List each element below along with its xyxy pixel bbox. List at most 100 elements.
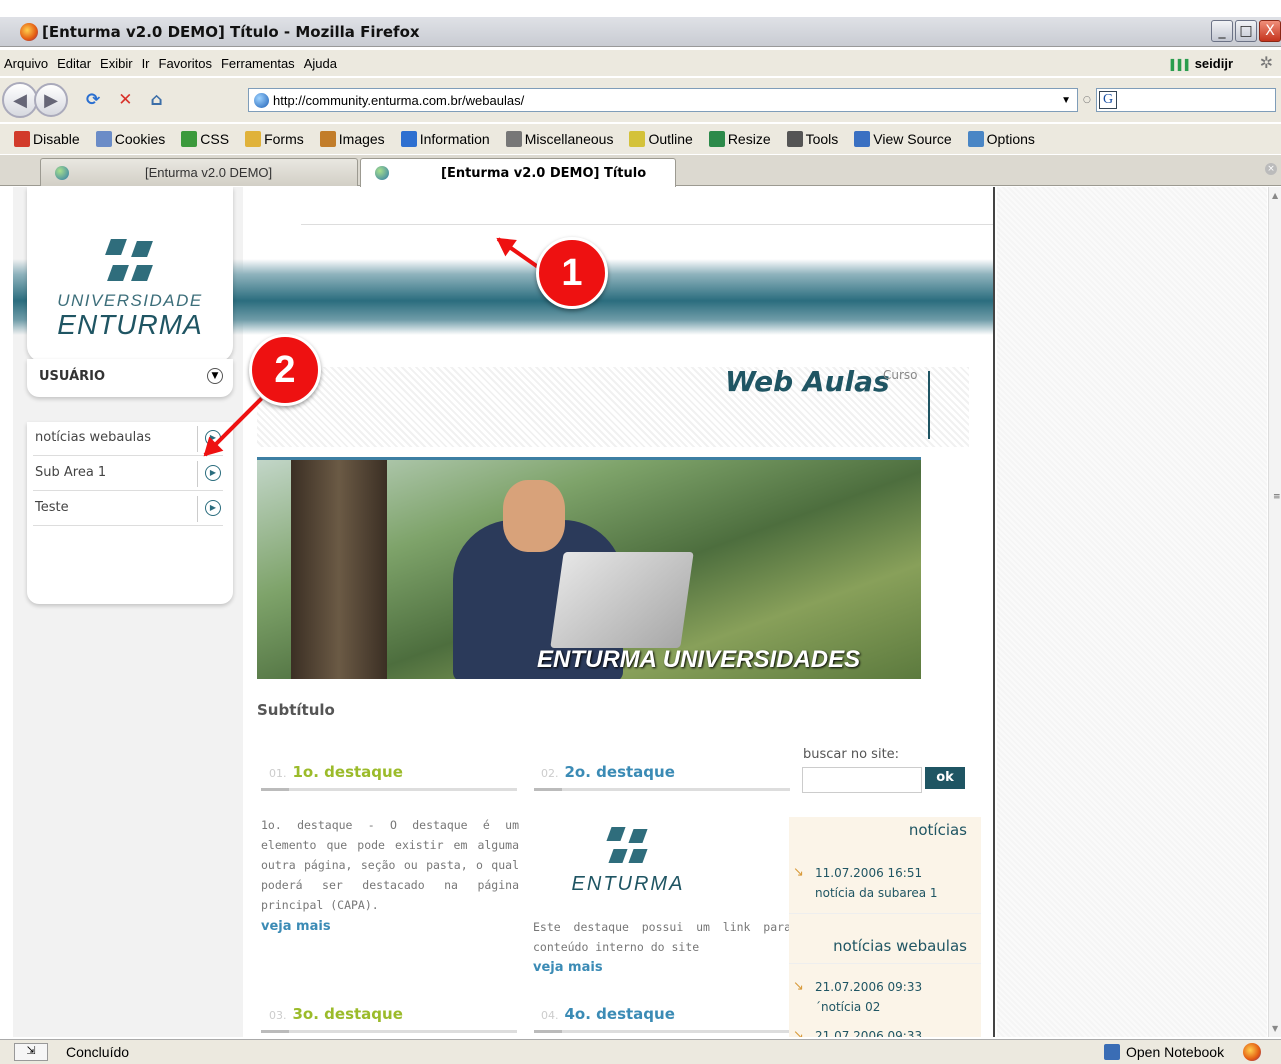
site-search-input[interactable] xyxy=(802,767,922,793)
scroll-grip-icon[interactable]: ≡ xyxy=(1273,492,1281,502)
news-item-1[interactable]: 11.07.2006 16:51 notícia da subarea 1 xyxy=(793,863,937,903)
css-icon xyxy=(181,131,198,147)
user-panel-label: USUÁRIO xyxy=(39,369,106,384)
user-indicator[interactable]: seidijr xyxy=(1171,56,1233,71)
window-title: [Enturma v2.0 DEMO] Título - Mozilla Fir… xyxy=(42,22,420,41)
close-tab-icon[interactable]: × xyxy=(1265,163,1277,175)
disable-icon xyxy=(14,131,30,147)
google-icon: G xyxy=(1099,91,1117,109)
search-ok-button[interactable]: ok xyxy=(925,767,965,789)
dev-resize[interactable]: Resize xyxy=(708,131,771,147)
vertical-scrollbar[interactable]: ▲ ≡ ▼ xyxy=(1268,187,1281,1037)
menu-ajuda[interactable]: Ajuda xyxy=(304,56,337,71)
pinwheel-icon xyxy=(606,827,648,865)
scroll-down-icon[interactable]: ▼ xyxy=(1272,1024,1278,1033)
dev-view-source[interactable]: View Source xyxy=(854,131,952,147)
window-title-bar: [Enturma v2.0 DEMO] Título - Mozilla Fir… xyxy=(0,17,1281,47)
side-menu-item-sub-area[interactable]: Sub Area 1 ▶ xyxy=(33,457,223,491)
back-arrow-icon: ◀ xyxy=(13,89,27,111)
forward-button[interactable]: ▶ xyxy=(34,83,68,117)
tab-label: [Enturma v2.0 DEMO] xyxy=(145,165,273,180)
destaque-4-title[interactable]: 04. 4o. destaque xyxy=(541,1005,675,1023)
enturma-logo-text: ENTURMA xyxy=(571,873,685,895)
menu-favoritos[interactable]: Favoritos xyxy=(159,56,212,71)
side-menu-item-teste[interactable]: Teste ▶ xyxy=(33,492,223,526)
annotation-badge-2: 2 xyxy=(249,334,321,406)
news-item-3[interactable]: 21.07.2006 09:33 xyxy=(793,1026,922,1037)
hero-brand-text: ENTURMA UNIVERSIDADES xyxy=(537,646,861,673)
news-panel: notícias 11.07.2006 16:51 notícia da sub… xyxy=(789,817,981,1037)
dev-miscellaneous[interactable]: Miscellaneous xyxy=(505,131,613,147)
chevron-down-icon[interactable]: ▼ xyxy=(1061,95,1071,106)
menu-editar[interactable]: Editar xyxy=(57,56,91,71)
forms-icon xyxy=(245,131,262,147)
destaque-1-title[interactable]: 01. 1o. destaque xyxy=(269,763,403,781)
user-panel[interactable]: USUÁRIO ▼ xyxy=(27,359,233,397)
images-icon xyxy=(319,131,336,147)
url-text[interactable]: http://community.enturma.com.br/webaulas… xyxy=(273,93,524,108)
search-label: buscar no site: xyxy=(803,747,900,762)
destaque-1-text: 1o. destaque - O destaque é um elemento … xyxy=(261,818,519,912)
expand-icon[interactable]: ▼ xyxy=(207,368,223,384)
maximize-button[interactable]: □ xyxy=(1235,20,1257,42)
dev-disable[interactable]: Disable xyxy=(14,131,80,147)
tab-enturma-titulo[interactable]: [Enturma v2.0 DEMO] Título xyxy=(360,158,676,187)
dev-information[interactable]: Information xyxy=(400,131,490,147)
page-subtitle: Subtítulo xyxy=(257,701,335,719)
menu-ir[interactable]: Ir xyxy=(142,56,150,71)
menu-ferramentas[interactable]: Ferramentas xyxy=(221,56,295,71)
news-item-2[interactable]: 21.07.2006 09:33 ´notícia 02 xyxy=(793,977,922,1017)
veja-mais-link-2[interactable]: veja mais xyxy=(533,960,603,975)
outline-icon xyxy=(629,131,646,147)
hero-image: ENTURMA UNIVERSIDADES xyxy=(257,457,921,679)
page-heading-sup: Curso xyxy=(883,368,918,382)
scroll-up-icon[interactable]: ▲ xyxy=(1272,191,1278,200)
dev-cookies[interactable]: Cookies xyxy=(95,131,165,147)
menu-arquivo[interactable]: Arquivo xyxy=(4,56,48,71)
stop-icon[interactable]: ✕ xyxy=(118,90,132,110)
tools-icon xyxy=(786,131,803,147)
forward-arrow-icon: ▶ xyxy=(44,89,58,111)
dev-images[interactable]: Images xyxy=(319,131,385,147)
dev-css[interactable]: CSS xyxy=(181,131,229,147)
go-icon[interactable]: ○ xyxy=(1083,95,1091,105)
page-heading: Web Aulas xyxy=(725,365,890,398)
tab-bar: [Enturma v2.0 DEMO] [Enturma v2.0 DEMO] … xyxy=(0,155,1281,187)
destaque-1-rule xyxy=(261,788,517,791)
arrow-right-icon[interactable]: ▶ xyxy=(205,500,221,516)
back-button[interactable]: ◀ xyxy=(2,82,38,118)
open-notebook-button[interactable]: Open Notebook xyxy=(1104,1044,1224,1060)
close-button[interactable]: X xyxy=(1259,20,1281,42)
dev-tools[interactable]: Tools xyxy=(786,131,838,147)
minimize-button[interactable]: _ xyxy=(1211,20,1233,42)
side-menu-item-noticias[interactable]: notícias webaulas ▶ xyxy=(33,422,223,456)
dev-forms[interactable]: Forms xyxy=(245,131,304,147)
destaque-4-rule xyxy=(534,1030,790,1033)
tab-globe-icon xyxy=(375,166,389,180)
logo-universidade: UNIVERSIDADE xyxy=(57,291,203,310)
reload-icon[interactable]: ⟳ xyxy=(86,90,100,110)
tab-enturma-demo[interactable]: [Enturma v2.0 DEMO] xyxy=(40,158,358,186)
view-source-icon xyxy=(854,131,871,147)
resize-icon xyxy=(708,131,725,147)
destaque-2-title[interactable]: 02. 2o. destaque xyxy=(541,763,675,781)
veja-mais-link-1[interactable]: veja mais xyxy=(261,919,331,934)
destaque-3-title[interactable]: 03. 3o. destaque xyxy=(269,1005,403,1023)
information-icon xyxy=(400,131,417,147)
dev-outline[interactable]: Outline xyxy=(629,131,693,147)
destaque-2-text: Este destaque possui um link para conteú… xyxy=(533,920,791,954)
search-box[interactable]: G xyxy=(1096,88,1276,112)
destaque-2-rule xyxy=(534,788,790,791)
menu-exibir[interactable]: Exibir xyxy=(100,56,133,71)
site-logo[interactable]: UNIVERSIDADE ENTURMA xyxy=(27,187,233,362)
miscellaneous-icon xyxy=(505,131,522,147)
url-bar[interactable]: http://community.enturma.com.br/webaulas… xyxy=(248,88,1078,112)
dev-options[interactable]: Options xyxy=(967,131,1035,147)
arrow-right-icon[interactable]: ▶ xyxy=(205,465,221,481)
developer-toolbar: Disable Cookies CSS Forms Images Informa… xyxy=(0,124,1281,154)
home-icon[interactable]: ⌂ xyxy=(151,90,163,110)
enturma-logo: ENTURMA xyxy=(553,827,703,896)
annotation-badge-1: 1 xyxy=(536,237,608,309)
menu-bar: Arquivo Editar Exibir Ir Favoritos Ferra… xyxy=(0,50,1281,76)
options-icon xyxy=(967,131,984,147)
